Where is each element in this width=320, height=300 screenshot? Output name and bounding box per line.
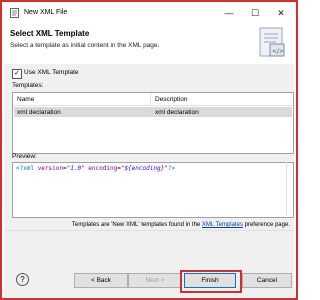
templates-label: Templates: xyxy=(12,82,44,89)
note-prefix: Templates are 'New XML' templates found … xyxy=(71,222,202,228)
page-title: Select XML Template xyxy=(10,29,90,38)
preview-pane[interactable]: <?xml version="1.0" encoding="${encoding… xyxy=(12,162,294,218)
preview-scroll-divider xyxy=(286,162,287,216)
title-bar: New XML File — ☐ ✕ xyxy=(4,4,294,22)
templates-table: Name Description xml declaration xml dec… xyxy=(12,92,294,154)
use-template-checkbox[interactable]: ✓ xyxy=(12,69,22,79)
window-title: New XML File xyxy=(24,9,68,16)
code-attr-encoding: encoding xyxy=(88,165,118,172)
row-name: xml declaration xyxy=(17,109,61,116)
back-button[interactable]: < Back xyxy=(74,273,128,288)
row-description: xml declaration xyxy=(155,109,199,116)
finish-highlight-box xyxy=(180,270,242,293)
maximize-button[interactable]: ☐ xyxy=(244,6,266,20)
templates-note: Templates are 'New XML' templates found … xyxy=(4,222,290,228)
table-header: Name Description xyxy=(13,93,293,106)
xml-templates-link[interactable]: XML Templates xyxy=(202,222,243,228)
code-open-tag: <?xml xyxy=(16,165,35,172)
help-icon[interactable]: ? xyxy=(16,273,29,286)
preview-code: <?xml version="1.0" encoding="${encoding… xyxy=(16,165,175,172)
xml-wizard-icon: </> xyxy=(259,27,285,57)
wizard-body: ✓ Use XML Template Templates: Name Descr… xyxy=(4,64,294,230)
page-subtitle: Select a template as initial content in … xyxy=(10,42,160,49)
use-template-label: Use XML Template xyxy=(24,69,79,76)
note-suffix: preference page. xyxy=(242,222,290,228)
dialog-window: New XML File — ☐ ✕ Select XML Template S… xyxy=(0,0,298,300)
wizard-header: Select XML Template Select a template as… xyxy=(4,22,294,65)
column-divider[interactable] xyxy=(150,93,151,105)
preview-label: Preview: xyxy=(12,153,37,160)
button-bar: ? < Back Next > Finish Cancel xyxy=(4,230,294,297)
svg-text:</>: </> xyxy=(272,48,284,55)
code-close-tag: ?> xyxy=(167,165,176,172)
next-button[interactable]: Next > xyxy=(128,273,182,288)
column-header-description[interactable]: Description xyxy=(155,96,188,103)
close-button[interactable]: ✕ xyxy=(270,6,292,20)
code-val-version: "1.0" xyxy=(66,165,85,172)
code-val-encoding: "${encoding}" xyxy=(120,165,168,172)
table-row[interactable]: xml declaration xml declaration xyxy=(14,107,292,117)
cancel-button[interactable]: Cancel xyxy=(242,273,292,288)
minimize-button[interactable]: — xyxy=(218,6,240,20)
code-attr-version: version xyxy=(37,165,63,172)
xml-file-icon xyxy=(10,8,19,18)
column-header-name[interactable]: Name xyxy=(17,96,34,103)
